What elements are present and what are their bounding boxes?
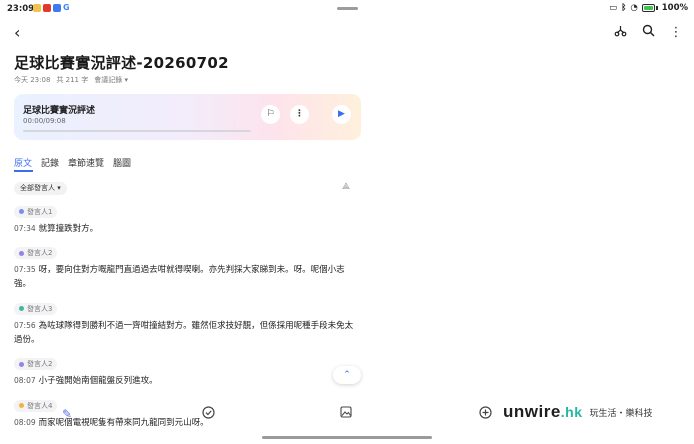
speaker-tag[interactable]: 發言人3 — [14, 302, 58, 315]
google-icon: G — [63, 3, 70, 12]
window-handle[interactable] — [337, 7, 358, 10]
transcript-line[interactable]: 07:56 為咗球隊得到勝利不過一齊咁撞結對方。雖然佢求技好靚，但係採用呢種手段未… — [14, 319, 354, 347]
check-circle-icon[interactable] — [202, 406, 215, 423]
player-progress-bar[interactable] — [23, 130, 251, 132]
transcript-list: 發言人1 07:34 就算撞跌對方。 發言人2 07:35 呀，要向住對方嘅龍門直過… — [14, 199, 354, 435]
notification-app-icon — [33, 4, 41, 12]
add-circle-icon[interactable] — [479, 406, 492, 423]
speaker-dot — [19, 306, 24, 311]
vibrate-icon: ▭ — [609, 3, 618, 13]
player-time: 00:00/09:08 — [23, 117, 66, 125]
wifi-icon: ◔ — [630, 3, 638, 13]
share-icon[interactable] — [612, 24, 628, 42]
meta-time: 今天 23:08 — [14, 76, 51, 84]
transcript-entry: 發言人3 07:56 為咗球隊得到勝利不過一齊咁撞結對方。雖然佢求技好靚，但係採用… — [14, 296, 354, 347]
speaker-filter-dropdown[interactable]: 全部發言人 ▾ — [14, 182, 67, 195]
top-actions: ⋮ — [612, 24, 684, 42]
play-icon[interactable]: ▶ — [332, 105, 351, 124]
scroll-to-top-button[interactable]: ⌃ — [333, 366, 361, 384]
speaker-dot — [19, 361, 24, 367]
bluetooth-icon: ᛒ — [621, 3, 627, 13]
tab-original[interactable]: 原文 — [14, 156, 32, 169]
search-icon[interactable] — [640, 24, 656, 42]
more-vertical-icon[interactable]: ⋮ — [290, 105, 309, 124]
home-indicator[interactable] — [262, 436, 432, 439]
watermark-logo: unwire.hk 玩生活・樂科技 — [503, 402, 653, 422]
transcript-line[interactable]: 07:34 就算撞跌對方。 — [14, 222, 354, 236]
tab-record[interactable]: 記錄 — [41, 156, 59, 169]
speaker-dot — [19, 209, 24, 214]
meta-type-dropdown[interactable]: 會議記錄 ▾ — [94, 75, 128, 85]
battery-percent: 100% — [661, 3, 688, 13]
messenger-icon — [53, 4, 61, 12]
battery-icon — [641, 4, 655, 12]
youtube-icon — [43, 4, 51, 12]
image-icon[interactable] — [340, 406, 352, 422]
speaker-tag[interactable]: 發言人2 — [14, 247, 58, 259]
timestamp[interactable]: 07:56 — [14, 321, 36, 330]
watermark-slogan: 玩生活・樂科技 — [589, 408, 653, 419]
status-time: 23:09 — [7, 4, 35, 14]
tab-chapters[interactable]: 章節速覽 — [68, 156, 104, 169]
top-navigation: ‹ ⋮ — [0, 22, 694, 44]
transcript-line[interactable]: 08:07 小子強開始南個龍盤反列進攻。 — [14, 374, 354, 388]
page-title: 足球比賽實況評述-20260702 — [14, 54, 229, 72]
status-app-icons: G — [33, 4, 70, 12]
speaker-tag[interactable]: 發言人1 — [14, 205, 58, 218]
speaker-tag[interactable]: 發言人2 — [14, 358, 58, 370]
timestamp[interactable]: 07:35 — [14, 265, 36, 274]
active-tab-indicator — [14, 170, 33, 172]
more-vertical-icon[interactable]: ⋮ — [668, 24, 684, 42]
meta-count: 共 211 字 — [56, 76, 89, 84]
timestamp[interactable]: 07:34 — [14, 224, 36, 233]
transcript-entry: 發言人1 07:34 就算撞跌對方。 — [14, 199, 354, 236]
document-meta: 今天 23:08 共 211 字 會議記錄 ▾ — [14, 75, 128, 85]
tab-bar: 原文 記錄 章節速覽 腦圖 — [14, 156, 131, 169]
tab-mindmap[interactable]: 腦圖 — [113, 156, 131, 169]
transcript-entry: 發言人2 08:07 小子強開始南個龍盤反列進攻。 — [14, 352, 354, 389]
back-arrow-icon[interactable]: ‹ — [14, 24, 32, 42]
transcript-line[interactable]: 07:35 呀，要向住對方嘅龍門直過過去咁就得喫喇。亦先判採大家睇到未。呀。呢個小… — [14, 263, 354, 291]
timestamp[interactable]: 08:07 — [14, 376, 36, 385]
transcript-entry: 發言人2 07:35 呀，要向住對方嘅龍門直過過去咁就得喫喇。亦先判採大家睇到未。… — [14, 241, 354, 292]
translate-icon[interactable]: ⟁ — [342, 182, 350, 192]
status-bar: 23:09 G ▭ ᛒ ◔ 100% — [0, 0, 694, 18]
ai-pen-icon[interactable]: ✎ — [62, 406, 72, 422]
player-title: 足球比賽實況評述 — [23, 106, 96, 116]
speaker-dot — [19, 250, 24, 256]
status-right: ▭ ᛒ ◔ 100% — [609, 3, 688, 13]
watermark-brand: unwire.hk — [503, 402, 583, 421]
flag-icon[interactable]: ⚐ — [261, 105, 280, 124]
audio-player: 足球比賽實況評述 00:00/09:08 ⚐ ⋮ ▶ — [14, 94, 361, 140]
